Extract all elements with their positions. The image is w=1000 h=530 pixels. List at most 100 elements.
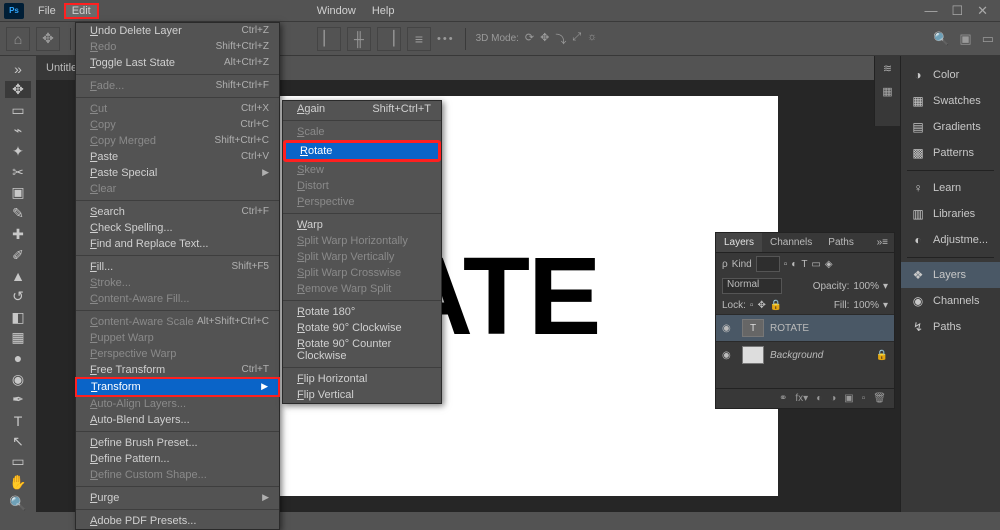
pan-icon[interactable]: ✥ bbox=[540, 31, 549, 47]
layer-name[interactable]: ROTATE bbox=[770, 323, 809, 334]
home-icon[interactable]: ⌂ bbox=[6, 27, 30, 51]
menu-help[interactable]: Help bbox=[364, 3, 403, 19]
menu-file[interactable]: File bbox=[30, 3, 64, 19]
panel-button-layers[interactable]: ❖Layers bbox=[901, 262, 1000, 288]
opacity-value[interactable]: 100% bbox=[853, 281, 879, 292]
move-tool-icon[interactable]: ✥ bbox=[36, 27, 60, 51]
menu-item-search[interactable]: SearchCtrl+F bbox=[76, 204, 279, 220]
gradient-tool[interactable]: ▦ bbox=[5, 329, 31, 347]
align-center-icon[interactable]: ╫ bbox=[347, 27, 371, 51]
lock-all-icon[interactable]: 🔒 bbox=[770, 300, 782, 311]
history-brush-tool[interactable]: ↺ bbox=[5, 288, 31, 306]
filter-shape-icon[interactable]: ▭ bbox=[811, 259, 820, 270]
zoom-tool[interactable]: 🔍 bbox=[5, 494, 31, 512]
menu-item-define-pattern-[interactable]: Define Pattern... bbox=[76, 451, 279, 467]
tab-channels[interactable]: Channels bbox=[762, 233, 820, 252]
menu-item-fill-[interactable]: Fill...Shift+F5 bbox=[76, 259, 279, 275]
menu-item-define-brush-preset-[interactable]: Define Brush Preset... bbox=[76, 435, 279, 451]
panel-button-color[interactable]: ◑Color bbox=[901, 62, 1000, 88]
menu-edit[interactable]: Edit bbox=[64, 3, 99, 19]
shape-tool[interactable]: ▭ bbox=[5, 453, 31, 471]
eyedropper-tool[interactable]: ✎ bbox=[5, 205, 31, 223]
layer-row[interactable]: ◉ T ROTATE bbox=[716, 314, 894, 341]
close-button[interactable]: ✕ bbox=[977, 3, 988, 19]
panel-button-learn[interactable]: ♀Learn bbox=[901, 175, 1000, 201]
filter-type-icon[interactable]: T bbox=[801, 259, 807, 270]
menu-item-purge[interactable]: Purge ▶ bbox=[76, 490, 279, 506]
visibility-icon[interactable]: ◉ bbox=[722, 350, 736, 361]
menu-item-paste[interactable]: PasteCtrl+V bbox=[76, 149, 279, 165]
menu-item-toggle-last-state[interactable]: Toggle Last StateAlt+Ctrl+Z bbox=[76, 55, 279, 71]
roll-icon[interactable]: ⤵ bbox=[555, 31, 566, 47]
menu-item-find-and-replace-text-[interactable]: Find and Replace Text... bbox=[76, 236, 279, 252]
more-icon[interactable]: ••• bbox=[437, 33, 455, 45]
submenu-item-flip-vertical[interactable]: Flip Vertical bbox=[283, 387, 441, 403]
info-icon[interactable]: ▦ bbox=[882, 85, 892, 98]
dodge-tool[interactable]: ◉ bbox=[5, 370, 31, 388]
path-tool[interactable]: ↖ bbox=[5, 432, 31, 450]
submenu-item-rotate-90-counter-clockwise[interactable]: Rotate 90° Counter Clockwise bbox=[283, 336, 441, 364]
blend-mode-select[interactable]: Normal bbox=[722, 278, 782, 294]
move-tool[interactable]: ✥ bbox=[5, 81, 31, 99]
brush-tool[interactable]: ✐ bbox=[5, 246, 31, 264]
type-tool[interactable]: T bbox=[5, 412, 31, 430]
fill-value[interactable]: 100% bbox=[853, 300, 879, 311]
delete-layer-icon[interactable]: 🗑 bbox=[873, 393, 886, 404]
menu-item-transform[interactable]: Transform ▶ bbox=[77, 379, 278, 395]
histogram-icon[interactable]: ≋ bbox=[883, 62, 892, 75]
eraser-tool[interactable]: ◧ bbox=[5, 308, 31, 326]
submenu-item-rotate-180-[interactable]: Rotate 180° bbox=[283, 304, 441, 320]
new-layer-icon[interactable]: ▫ bbox=[862, 393, 866, 404]
menu-item-adobe-pdf-presets-[interactable]: Adobe PDF Presets... bbox=[76, 513, 279, 529]
tab-paths[interactable]: Paths bbox=[820, 233, 862, 252]
menu-item-check-spelling-[interactable]: Check Spelling... bbox=[76, 220, 279, 236]
align-left-icon[interactable]: ▏ bbox=[317, 27, 341, 51]
panel-menu-icon[interactable]: »≡ bbox=[871, 233, 894, 252]
distribute-icon[interactable]: ≡ bbox=[407, 27, 431, 51]
fx-icon[interactable]: fx▾ bbox=[795, 393, 808, 404]
menu-item-undo-delete-layer[interactable]: Undo Delete LayerCtrl+Z bbox=[76, 23, 279, 39]
minimize-button[interactable]: — bbox=[924, 3, 937, 19]
mask-icon[interactable]: ◐ bbox=[816, 393, 822, 404]
scale-icon[interactable]: ⤢ bbox=[572, 31, 581, 47]
workspace-icon[interactable]: ▭ bbox=[982, 31, 994, 47]
expand-icon[interactable]: » bbox=[5, 60, 31, 78]
panel-button-gradients[interactable]: ▤Gradients bbox=[901, 114, 1000, 140]
filter-pixel-icon[interactable]: ▫ bbox=[784, 259, 788, 270]
submenu-item-again[interactable]: AgainShift+Ctrl+T bbox=[283, 101, 441, 117]
align-right-icon[interactable]: ▕ bbox=[377, 27, 401, 51]
frame-tool[interactable]: ▣ bbox=[5, 184, 31, 202]
submenu-item-rotate-90-clockwise[interactable]: Rotate 90° Clockwise bbox=[283, 320, 441, 336]
share-icon[interactable]: ▣ bbox=[959, 31, 971, 47]
menu-item-free-transform[interactable]: Free TransformCtrl+T bbox=[76, 362, 279, 378]
stamp-tool[interactable]: ▲ bbox=[5, 267, 31, 285]
visibility-icon[interactable]: ◉ bbox=[722, 323, 736, 334]
panel-button-adjustme[interactable]: ◐Adjustme... bbox=[901, 227, 1000, 253]
lock-position-icon[interactable]: ✥ bbox=[757, 300, 765, 311]
lasso-tool[interactable]: ⌁ bbox=[5, 122, 31, 140]
healing-tool[interactable]: ✚ bbox=[5, 226, 31, 244]
crop-tool[interactable]: ✂ bbox=[5, 163, 31, 181]
layer-row[interactable]: ◉ Background 🔒 bbox=[716, 341, 894, 368]
lock-pixels-icon[interactable]: ▫ bbox=[750, 300, 754, 311]
filter-smart-icon[interactable]: ◈ bbox=[825, 259, 833, 270]
search-icon[interactable]: 🔍 bbox=[933, 31, 949, 47]
panel-button-swatches[interactable]: ▦Swatches bbox=[901, 88, 1000, 114]
submenu-item-warp[interactable]: Warp bbox=[283, 217, 441, 233]
pen-tool[interactable]: ✒ bbox=[5, 391, 31, 409]
group-icon[interactable]: ▣ bbox=[844, 393, 853, 404]
blur-tool[interactable]: ● bbox=[5, 350, 31, 368]
light-icon[interactable]: ☼ bbox=[587, 31, 597, 47]
menu-item-paste-special[interactable]: Paste Special ▶ bbox=[76, 165, 279, 181]
tab-layers[interactable]: Layers bbox=[716, 233, 762, 252]
wand-tool[interactable]: ✦ bbox=[5, 143, 31, 161]
maximize-button[interactable]: ☐ bbox=[951, 3, 963, 19]
adjustment-icon[interactable]: ◑ bbox=[830, 393, 836, 404]
orbit-icon[interactable]: ⟳ bbox=[525, 31, 534, 47]
link-layers-icon[interactable]: ⚭ bbox=[779, 393, 787, 404]
panel-button-libraries[interactable]: ▥Libraries bbox=[901, 201, 1000, 227]
layer-name[interactable]: Background bbox=[770, 350, 823, 361]
menu-item-auto-blend-layers-[interactable]: Auto-Blend Layers... bbox=[76, 412, 279, 428]
panel-button-paths[interactable]: ↯Paths bbox=[901, 314, 1000, 340]
hand-tool[interactable]: ✋ bbox=[5, 474, 31, 492]
